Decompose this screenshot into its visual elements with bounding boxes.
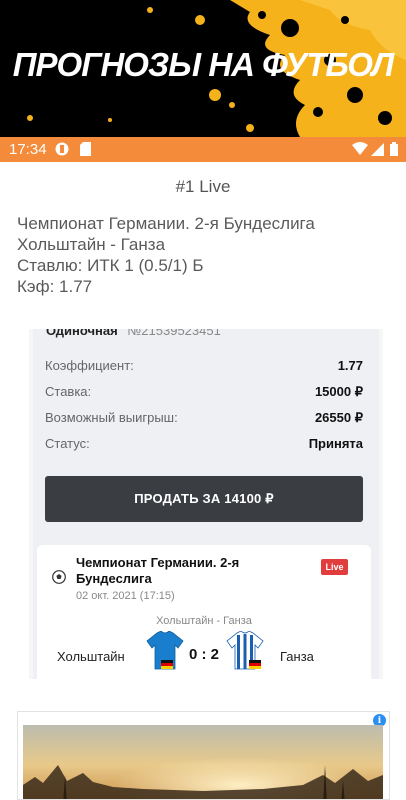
status-bar: 17:34: [0, 137, 406, 162]
match-score: 0 : 2: [188, 646, 219, 663]
row-label: Ставка:: [45, 384, 92, 399]
app-notification-icon: [55, 142, 69, 156]
banner-title: ПРОГНОЗЫ НА ФУТБОЛ: [12, 46, 394, 83]
match-subtitle: Хольштайн - Ганза: [156, 615, 252, 627]
battery-icon: [390, 142, 398, 156]
ad-landscape-image[interactable]: [23, 725, 383, 800]
match-league: Чемпионат Германии. 2-я Бундеслига: [76, 555, 240, 586]
possible-win-row: Возможный выигрыш: 26550 ₽: [45, 410, 363, 428]
slip-edge: [379, 329, 383, 679]
sd-card-icon: [80, 142, 91, 156]
row-label: Коэффициент:: [45, 358, 134, 373]
bet-type: Одиночная: [46, 329, 118, 338]
signal-icon: [371, 143, 384, 156]
wifi-icon: [352, 142, 368, 155]
match-card: Чемпионат Германии. 2-я Бундеслига Live …: [37, 545, 371, 679]
bet-slip-image: Одиночная №21539523451 Коэффициент: 1.77…: [33, 329, 379, 679]
row-value: 1.77: [337, 358, 363, 373]
app-banner: ПРОГНОЗЫ НА ФУТБОЛ: [0, 0, 406, 137]
bet-slip-header: Одиночная №21539523451: [46, 329, 221, 338]
row-label: Статус:: [45, 436, 90, 451]
post-line-bet: Ставлю: ИТК 1 (0.5/1) Б: [17, 256, 204, 275]
football-icon: [52, 570, 66, 584]
away-team-name: Ганза: [280, 649, 314, 664]
bet-number: №21539523451: [127, 329, 221, 338]
row-value: Принята: [308, 436, 363, 451]
status-row: Статус: Принята: [45, 436, 363, 454]
status-time: 17:34: [9, 141, 47, 158]
live-badge: Live: [321, 559, 348, 575]
post-title: #1 Live: [175, 177, 231, 196]
row-value: 15000 ₽: [314, 384, 363, 399]
stake-row: Ставка: 15000 ₽: [45, 384, 363, 402]
post-line-odds: Кэф: 1.77: [17, 277, 93, 296]
post-line-match: Хольштайн - Ганза: [17, 235, 166, 254]
odds-row: Коэффициент: 1.77: [45, 358, 363, 376]
post-line-league: Чемпионат Германии. 2-я Бундеслига: [17, 214, 315, 233]
row-label: Возможный выигрыш:: [45, 410, 178, 425]
row-value: 26550 ₽: [314, 410, 363, 425]
post-text: Чемпионат Германии. 2-я Бундеслига Хольш…: [17, 213, 397, 297]
match-date: 02 окт. 2021 (17:15): [76, 590, 175, 602]
sell-bet-button[interactable]: ПРОДАТЬ ЗА 14100 ₽: [45, 476, 363, 522]
ad-banner[interactable]: i: [17, 711, 390, 800]
away-team-shirt-icon: [226, 631, 264, 670]
